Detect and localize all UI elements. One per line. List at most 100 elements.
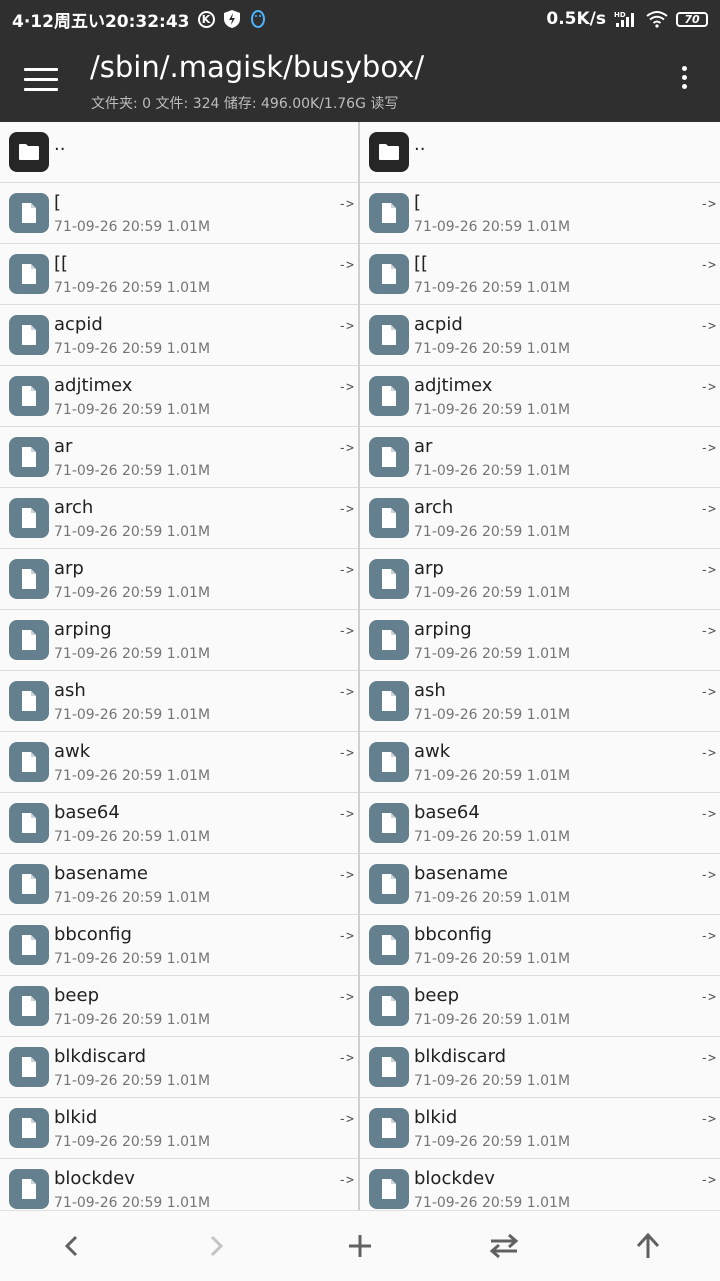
file-row[interactable]: acpid 71-09-26 20:59 1.01M -> <box>0 305 358 366</box>
file-row[interactable]: arping 71-09-26 20:59 1.01M -> <box>360 610 720 671</box>
file-icon-wrap <box>369 1047 409 1087</box>
file-row[interactable]: [[71-09-26 20:59 1.01M -> <box>0 244 358 305</box>
file-icon-wrap <box>369 742 409 782</box>
file-row[interactable]: basename 71-09-26 20:59 1.01M -> <box>360 854 720 915</box>
file-icon <box>22 752 36 772</box>
parent-directory-row[interactable]: .. <box>360 122 720 183</box>
symlink-indicator: -> <box>338 746 354 761</box>
file-icon-wrap <box>369 1108 409 1148</box>
file-row[interactable]: [[71-09-26 20:59 1.01M -> <box>360 244 720 305</box>
file-icon <box>22 1118 36 1138</box>
file-name: arp <box>414 558 444 579</box>
file-row[interactable]: blkid 71-09-26 20:59 1.01M -> <box>0 1098 358 1159</box>
file-icon-wrap <box>369 193 409 233</box>
file-icon-wrap <box>9 1169 49 1209</box>
file-row[interactable]: awk 71-09-26 20:59 1.01M -> <box>360 732 720 793</box>
file-row[interactable]: arp 71-09-26 20:59 1.01M -> <box>0 549 358 610</box>
symlink-indicator: -> <box>338 1173 354 1188</box>
file-meta: 71-09-26 20:59 1.01M <box>54 646 211 662</box>
right-pane[interactable]: .. [71-09-26 20:59 1.01M -> [[71-09-26 20:5… <box>360 122 720 1210</box>
file-row[interactable]: arp 71-09-26 20:59 1.01M -> <box>360 549 720 610</box>
file-icon <box>382 508 396 528</box>
file-icon-wrap <box>9 681 49 721</box>
file-icon <box>382 813 396 833</box>
up-button[interactable] <box>576 1211 720 1281</box>
file-row[interactable]: [71-09-26 20:59 1.01M -> <box>360 183 720 244</box>
file-meta: 71-09-26 20:59 1.01M <box>54 585 211 601</box>
file-row[interactable]: blkdiscard 71-09-26 20:59 1.01M -> <box>360 1037 720 1098</box>
file-meta: 71-09-26 20:59 1.01M <box>54 463 211 479</box>
file-name: ash <box>414 680 446 701</box>
symlink-indicator: -> <box>338 1051 354 1066</box>
status-time: 4·12周五い20:32:43 <box>12 11 190 32</box>
symlink-indicator: -> <box>700 868 716 883</box>
file-row[interactable]: adjtimex 71-09-26 20:59 1.01M -> <box>360 366 720 427</box>
menu-icon[interactable] <box>24 68 58 92</box>
qq-penguin-icon <box>250 10 265 28</box>
file-row[interactable]: ash 71-09-26 20:59 1.01M -> <box>0 671 358 732</box>
file-row[interactable]: adjtimex 71-09-26 20:59 1.01M -> <box>0 366 358 427</box>
symlink-indicator: -> <box>700 990 716 1005</box>
add-button[interactable] <box>288 1211 432 1281</box>
file-icon-wrap <box>9 1047 49 1087</box>
status-bar: 4·12周五い20:32:43 K 0.5K/s HD 70 <box>0 0 720 38</box>
file-meta: 71-09-26 20:59 1.01M <box>54 280 211 296</box>
file-name: blkid <box>414 1107 458 1128</box>
file-name: blockdev <box>54 1168 135 1189</box>
file-row[interactable]: ash 71-09-26 20:59 1.01M -> <box>360 671 720 732</box>
symlink-indicator: -> <box>700 929 716 944</box>
file-row[interactable]: blkid 71-09-26 20:59 1.01M -> <box>360 1098 720 1159</box>
file-row[interactable]: beep 71-09-26 20:59 1.01M -> <box>0 976 358 1037</box>
file-meta: 71-09-26 20:59 1.01M <box>414 341 571 357</box>
symlink-indicator: -> <box>700 746 716 761</box>
file-name: [[ <box>54 253 69 274</box>
file-icon-wrap <box>9 315 49 355</box>
more-vert-icon[interactable] <box>672 66 696 96</box>
file-row[interactable]: basename 71-09-26 20:59 1.01M -> <box>0 854 358 915</box>
chevron-left-icon <box>64 1235 78 1257</box>
parent-directory-row[interactable]: .. <box>0 122 358 183</box>
file-row[interactable]: arch 71-09-26 20:59 1.01M -> <box>360 488 720 549</box>
hd-signal-icon: HD <box>614 11 634 27</box>
file-row[interactable]: acpid 71-09-26 20:59 1.01M -> <box>360 305 720 366</box>
left-pane[interactable]: .. [71-09-26 20:59 1.01M -> [[ 71-09-26 20:5… <box>0 122 358 1210</box>
file-row[interactable]: beep 71-09-26 20:59 1.01M -> <box>360 976 720 1037</box>
file-row[interactable]: arping 71-09-26 20:59 1.01M -> <box>0 610 358 671</box>
file-icon <box>382 1057 396 1077</box>
file-row[interactable]: arch 71-09-26 20:59 1.01M -> <box>0 488 358 549</box>
battery-icon: 70 <box>676 11 708 27</box>
file-row[interactable]: [71-09-26 20:59 1.01M -> <box>0 183 358 244</box>
file-name: arp <box>54 558 84 579</box>
file-row[interactable]: blockdev 71-09-26 20:59 1.01M -> <box>0 1159 358 1210</box>
file-icon <box>22 1179 36 1199</box>
file-row[interactable]: blockdev 71-09-26 20:59 1.01M -> <box>360 1159 720 1210</box>
file-icon <box>22 386 36 406</box>
symlink-indicator: -> <box>338 685 354 700</box>
file-icon-wrap <box>9 437 49 477</box>
symlink-indicator: -> <box>700 441 716 456</box>
file-row[interactable]: blkdiscard 71-09-26 20:59 1.01M -> <box>0 1037 358 1098</box>
file-icon <box>382 1118 396 1138</box>
file-row[interactable]: ar 71-09-26 20:59 1.01M -> <box>360 427 720 488</box>
back-button[interactable] <box>0 1211 144 1281</box>
file-row[interactable]: bbconfig 71-09-26 20:59 1.01M -> <box>0 915 358 976</box>
file-row[interactable]: base64 71-09-26 20:59 1.01M -> <box>360 793 720 854</box>
symlink-indicator: -> <box>700 624 716 639</box>
file-icon <box>382 752 396 772</box>
file-icon <box>22 996 36 1016</box>
file-row[interactable]: base64 71-09-26 20:59 1.01M -> <box>0 793 358 854</box>
symlink-indicator: -> <box>700 1173 716 1188</box>
file-meta: 71-09-26 20:59 1.01M <box>414 463 571 479</box>
file-row[interactable]: bbconfig 71-09-26 20:59 1.01M -> <box>360 915 720 976</box>
forward-button[interactable] <box>144 1211 288 1281</box>
file-icon-wrap <box>369 559 409 599</box>
swap-panes-button[interactable] <box>432 1211 576 1281</box>
file-meta: 71-09-26 20:59 1.01M <box>54 768 211 784</box>
file-icon-wrap <box>369 620 409 660</box>
file-row[interactable]: ar 71-09-26 20:59 1.01M -> <box>0 427 358 488</box>
file-row[interactable]: awk 71-09-26 20:59 1.01M -> <box>0 732 358 793</box>
file-meta: 71-09-26 20:59 1.01M <box>414 524 571 540</box>
file-icon <box>382 386 396 406</box>
file-icon <box>22 935 36 955</box>
file-icon-wrap <box>9 498 49 538</box>
